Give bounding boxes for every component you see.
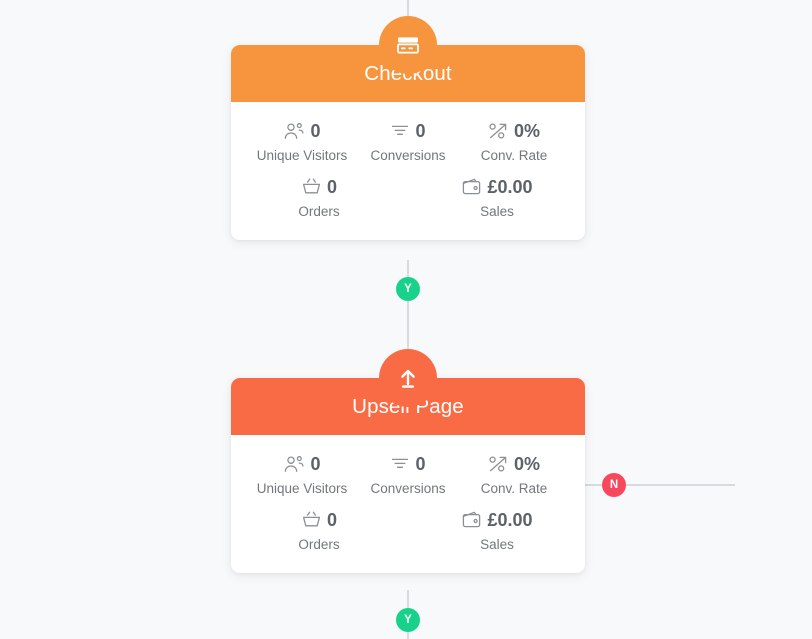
node-stats-body: 0 Unique Visitors 0 Conversions 0% Conv.… (231, 435, 585, 573)
node-card[interactable]: Upsell Page 0 Unique Visitors 0 Conversi… (231, 378, 585, 573)
credit-card-icon (396, 35, 420, 55)
stat-orders: 0 Orders (273, 507, 365, 553)
stat-value: 0 (310, 454, 321, 474)
funnel-node-checkout[interactable]: Checkout (231, 16, 585, 240)
stat-label: Conversions (370, 481, 446, 496)
stat-label: Unique Visitors (256, 148, 348, 163)
stat-label: Conv. Rate (480, 481, 548, 496)
badge-label: Y (404, 283, 412, 295)
stat-top: £0.00 (461, 507, 533, 533)
stat-conversions: 0 Conversions (362, 451, 454, 497)
stat-top: 0 (283, 451, 321, 477)
funnel-node-upsell-page[interactable]: Upsell Page 0 Unique Visitors 0 Conversi… (231, 349, 585, 573)
stat-value: 0 (310, 121, 321, 141)
percent-rise-icon (488, 455, 509, 474)
badge-label: Y (404, 614, 412, 626)
stats-row-secondary: 0 Orders £0.00 Sales (249, 174, 567, 220)
stat-value: 0 (326, 509, 337, 530)
stat-value: £0.00 (487, 509, 533, 530)
stat-label: Conv. Rate (480, 148, 548, 163)
percent-rise-icon (488, 122, 509, 141)
funnel-icon (390, 455, 410, 473)
funnel-icon (390, 122, 410, 140)
stat-unique-visitors: 0 Unique Visitors (256, 451, 348, 497)
stat-conversions: 0 Conversions (362, 118, 454, 164)
node-card[interactable]: Checkout (231, 45, 585, 240)
stat-value: 0 (415, 454, 426, 474)
stat-label: Orders (298, 536, 340, 552)
connector-badge-yes-upsell[interactable]: Y (396, 608, 420, 632)
stat-sales: £0.00 Sales (451, 507, 543, 553)
stat-unique-visitors: 0 Unique Visitors (256, 118, 348, 164)
stat-label: Unique Visitors (256, 481, 348, 496)
users-icon (283, 122, 305, 140)
basket-icon (301, 510, 322, 529)
stats-row-primary: 0 Unique Visitors 0 Conversions 0% Conv.… (249, 118, 567, 164)
stat-label: Sales (480, 536, 514, 552)
wallet-icon (461, 177, 482, 196)
stat-top: 0 (283, 118, 321, 144)
stat-top: £0.00 (461, 174, 533, 200)
wallet-icon (461, 510, 482, 529)
stat-sales: £0.00 Sales (451, 174, 543, 220)
stats-row-primary: 0 Unique Visitors 0 Conversions 0% Conv.… (249, 451, 567, 497)
stat-value: 0 (326, 176, 337, 197)
connector-badge-no-upsell[interactable]: N (602, 473, 626, 497)
stat-conv-rate: 0% Conv. Rate (468, 118, 560, 164)
users-icon (283, 455, 305, 473)
node-icon-bubble-upsell-page[interactable] (379, 349, 437, 407)
stat-label: Sales (480, 203, 514, 219)
stat-value: 0 (415, 121, 426, 141)
node-icon-bubble-checkout[interactable] (379, 16, 437, 74)
stat-top: 0% (488, 118, 540, 144)
stat-orders: 0 Orders (273, 174, 365, 220)
stat-top: 0 (301, 507, 337, 533)
basket-icon (301, 177, 322, 196)
arrow-up-upload-icon (397, 367, 419, 389)
funnel-canvas: Checkout (0, 0, 812, 639)
connector-badge-yes-checkout[interactable]: Y (396, 277, 420, 301)
node-stats-body: 0 Unique Visitors 0 Conversions 0% Conv.… (231, 102, 585, 240)
stat-label: Orders (298, 203, 340, 219)
stat-top: 0 (301, 174, 337, 200)
stats-row-secondary: 0 Orders £0.00 Sales (249, 507, 567, 553)
stat-value: £0.00 (487, 176, 533, 197)
stat-top: 0% (488, 451, 540, 477)
stat-top: 0 (390, 118, 426, 144)
stat-top: 0 (390, 451, 426, 477)
stat-value: 0% (513, 454, 540, 474)
stat-value: 0% (513, 121, 540, 141)
stat-label: Conversions (370, 148, 446, 163)
stat-conv-rate: 0% Conv. Rate (468, 451, 560, 497)
badge-label: N (609, 479, 619, 491)
